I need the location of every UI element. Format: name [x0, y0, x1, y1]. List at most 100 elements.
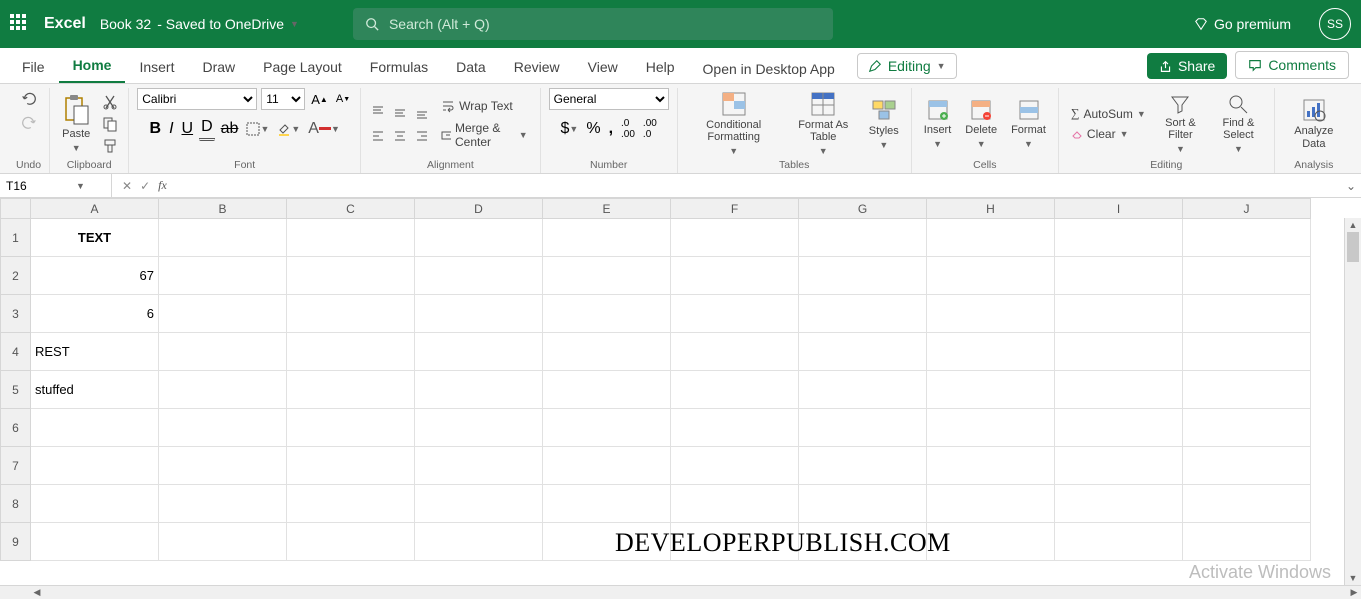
cell[interactable] — [31, 447, 159, 485]
name-box-input[interactable] — [6, 179, 76, 193]
format-cells-button[interactable]: Format▼ — [1007, 96, 1050, 151]
cell[interactable] — [1055, 447, 1183, 485]
cell[interactable] — [287, 371, 415, 409]
tab-draw[interactable]: Draw — [188, 51, 249, 83]
cell-A3[interactable]: 6 — [31, 295, 159, 333]
cell[interactable] — [159, 295, 287, 333]
chevron-down-icon[interactable]: ▼ — [76, 181, 85, 191]
cell[interactable] — [1055, 219, 1183, 257]
copy-button[interactable] — [100, 114, 120, 134]
tab-help[interactable]: Help — [632, 51, 689, 83]
grow-font-button[interactable]: A▲ — [309, 90, 330, 109]
cell[interactable] — [671, 333, 799, 371]
tab-file[interactable]: File — [8, 51, 59, 83]
cell[interactable] — [1055, 371, 1183, 409]
vertical-scrollbar[interactable]: ▲ ▼ — [1344, 218, 1361, 585]
cell[interactable] — [159, 523, 287, 561]
underline-button[interactable]: U — [180, 118, 196, 140]
horizontal-scrollbar[interactable]: ◀ ▶ — [0, 585, 1361, 599]
cell[interactable] — [671, 523, 799, 561]
cell[interactable] — [159, 447, 287, 485]
cell[interactable] — [287, 523, 415, 561]
row-header-7[interactable]: 7 — [1, 447, 31, 485]
cell[interactable] — [543, 485, 671, 523]
cell-A1[interactable]: TEXT — [31, 219, 159, 257]
clear-button[interactable]: Clear▼ — [1067, 125, 1150, 143]
row-header-4[interactable]: 4 — [1, 333, 31, 371]
accounting-format-button[interactable]: $▼ — [559, 118, 581, 140]
cell[interactable] — [287, 257, 415, 295]
cell[interactable] — [927, 409, 1055, 447]
cell[interactable] — [415, 219, 543, 257]
cell[interactable] — [31, 409, 159, 447]
cell[interactable] — [159, 333, 287, 371]
redo-button[interactable] — [18, 112, 40, 134]
cell[interactable] — [543, 523, 671, 561]
expand-formula-bar-button[interactable]: ⌄ — [1341, 179, 1361, 193]
cell[interactable] — [543, 219, 671, 257]
double-underline-button[interactable]: D — [199, 116, 215, 141]
fill-color-button[interactable]: ▼ — [275, 120, 302, 138]
cell[interactable] — [671, 219, 799, 257]
cell[interactable] — [415, 257, 543, 295]
scroll-thumb[interactable] — [1347, 232, 1359, 262]
fx-icon[interactable]: fx — [158, 178, 167, 193]
tab-view[interactable]: View — [574, 51, 632, 83]
cell[interactable] — [543, 295, 671, 333]
cell[interactable] — [159, 409, 287, 447]
col-header-C[interactable]: C — [287, 199, 415, 219]
cell[interactable] — [671, 295, 799, 333]
cell[interactable] — [799, 371, 927, 409]
tab-pagelayout[interactable]: Page Layout — [249, 51, 356, 83]
cell[interactable] — [927, 485, 1055, 523]
find-select-button[interactable]: Find & Select▼ — [1211, 91, 1266, 157]
cell[interactable] — [927, 447, 1055, 485]
row-header-8[interactable]: 8 — [1, 485, 31, 523]
col-header-I[interactable]: I — [1055, 199, 1183, 219]
enter-formula-icon[interactable]: ✓ — [140, 179, 150, 193]
cell[interactable] — [31, 485, 159, 523]
search-input[interactable] — [389, 16, 821, 32]
cancel-formula-icon[interactable]: ✕ — [122, 179, 132, 193]
align-center-button[interactable] — [391, 127, 409, 145]
cell[interactable] — [543, 333, 671, 371]
cell[interactable] — [927, 333, 1055, 371]
align-bottom-button[interactable] — [413, 103, 431, 121]
cell[interactable] — [799, 295, 927, 333]
format-painter-button[interactable] — [100, 136, 120, 156]
col-header-J[interactable]: J — [1183, 199, 1311, 219]
align-right-button[interactable] — [413, 127, 431, 145]
cell[interactable] — [1055, 295, 1183, 333]
row-header-9[interactable]: 9 — [1, 523, 31, 561]
cell-styles-button[interactable]: Styles▼ — [865, 95, 903, 152]
font-color-button[interactable]: A▼ — [306, 118, 342, 140]
sort-filter-button[interactable]: Sort & Filter▼ — [1156, 91, 1205, 157]
cell-A2[interactable]: 67 — [31, 257, 159, 295]
comma-format-button[interactable]: , — [607, 118, 615, 140]
cell[interactable] — [1055, 333, 1183, 371]
cell[interactable] — [415, 485, 543, 523]
cell[interactable] — [159, 485, 287, 523]
row-header-3[interactable]: 3 — [1, 295, 31, 333]
insert-cells-button[interactable]: Insert▼ — [920, 96, 956, 151]
col-header-G[interactable]: G — [799, 199, 927, 219]
cell[interactable] — [1055, 409, 1183, 447]
cell[interactable] — [1055, 485, 1183, 523]
row-header-1[interactable]: 1 — [1, 219, 31, 257]
conditional-formatting-button[interactable]: Conditional Formatting▼ — [686, 89, 782, 159]
cell[interactable] — [1183, 485, 1311, 523]
cell[interactable] — [415, 333, 543, 371]
wrap-text-button[interactable]: Wrap Text — [437, 97, 532, 115]
user-avatar[interactable]: SS — [1319, 8, 1351, 40]
cell[interactable] — [543, 371, 671, 409]
search-box[interactable] — [353, 8, 833, 40]
font-name-select[interactable]: Calibri — [137, 88, 257, 110]
cell[interactable] — [671, 447, 799, 485]
col-header-H[interactable]: H — [927, 199, 1055, 219]
cell[interactable] — [287, 295, 415, 333]
cell[interactable] — [1183, 295, 1311, 333]
cell[interactable] — [1183, 409, 1311, 447]
cell[interactable] — [927, 257, 1055, 295]
strikethrough-button[interactable]: ab — [219, 118, 241, 140]
cell[interactable] — [1183, 333, 1311, 371]
